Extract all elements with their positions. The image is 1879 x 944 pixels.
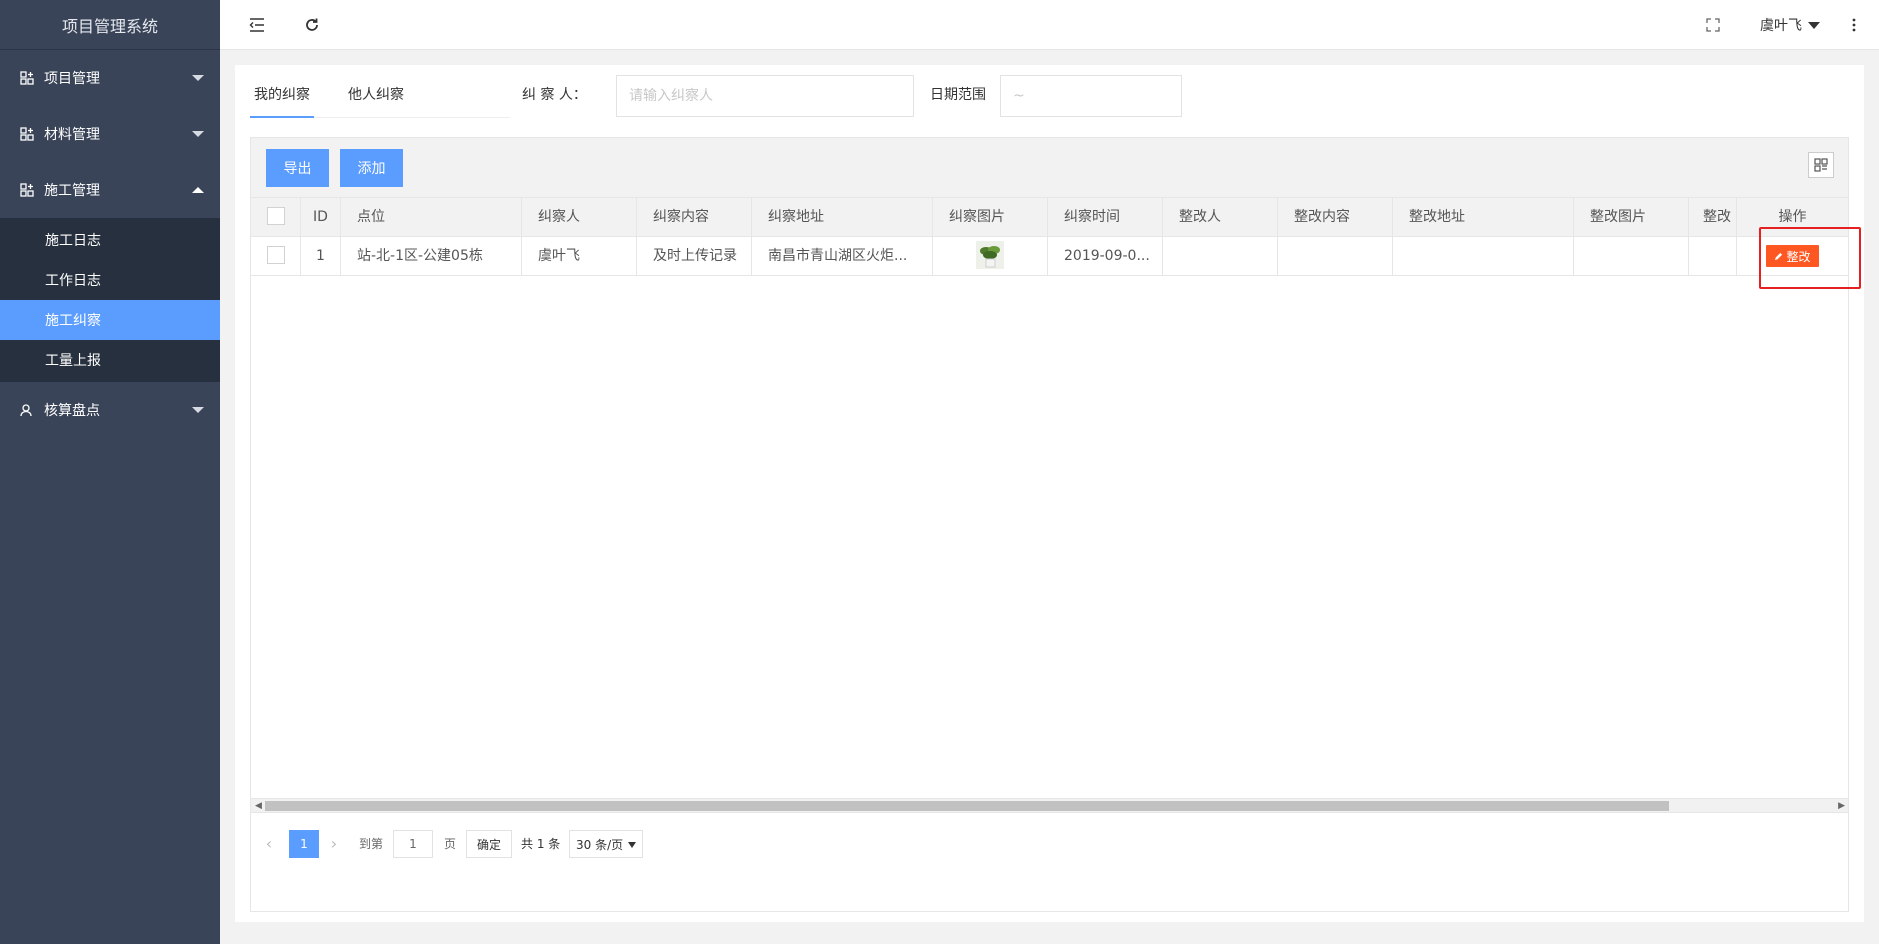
menu-label: 项目管理 (44, 71, 100, 87)
prev-page-icon[interactable]: ‹ (259, 830, 279, 858)
col-header: 纠察地址 (752, 198, 933, 237)
row-checkbox[interactable] (266, 245, 285, 264)
table-grid: ID 点位 纠察人 纠察内容 纠察地址 纠察图片 纠察时间 整改人 整改内容 整… (251, 198, 1848, 276)
top-header: 虞叶飞 (220, 0, 1879, 50)
page-size-select[interactable]: 30 条/页 (569, 830, 643, 858)
table-row: 1 站-北-1区-公建05栋 虞叶飞 及时上传记录 南昌市青山湖区火炬... 2… (251, 237, 1848, 276)
chevron-down-icon (192, 131, 204, 137)
cell-inspector: 虞叶飞 (522, 237, 637, 276)
fullscreen-icon[interactable] (1702, 14, 1724, 36)
scroll-left-icon[interactable]: ◀ (255, 801, 262, 811)
menu-material[interactable]: 材料管理 (0, 106, 220, 162)
menu-project[interactable]: 项目管理 (0, 50, 220, 106)
caret-down-icon (1808, 21, 1820, 29)
rectify-button[interactable]: 整改 (1766, 245, 1819, 267)
chevron-down-icon (192, 407, 204, 413)
grid-plus-icon (20, 183, 34, 197)
goto-page-input[interactable] (393, 830, 433, 858)
add-button[interactable]: 添加 (340, 149, 403, 187)
inspector-label: 纠 察 人： (522, 87, 587, 103)
cell-rectify-image (1574, 237, 1689, 276)
col-header: 整改内容 (1278, 198, 1393, 237)
select-all-checkbox[interactable] (266, 206, 285, 225)
sidebar: 项目管理系统 项目管理 材料管理 施工管理 施工日志 工作日志 施工纠察 工量上… (0, 0, 220, 944)
refresh-icon[interactable] (301, 14, 323, 36)
user-icon (20, 403, 34, 417)
sidebar-item-construction-log[interactable]: 施工日志 (0, 220, 220, 260)
more-vertical-icon[interactable] (1843, 14, 1865, 36)
columns-toggle-icon[interactable] (1808, 152, 1834, 178)
col-header: 点位 (341, 198, 522, 237)
cell-id: 1 (301, 237, 341, 276)
tab-bar: 我的纠察 他人纠察 (250, 80, 510, 118)
chevron-down-icon (192, 75, 204, 81)
inspector-input[interactable] (616, 75, 914, 117)
pagination: ‹ 1 › 到第 页 确定 共 1 条 30 条/页 (251, 812, 1848, 911)
cell-rectifier (1163, 237, 1278, 276)
date-range-label: 日期范围 (930, 87, 986, 103)
current-page[interactable]: 1 (289, 830, 319, 858)
menu-accounting[interactable]: 核算盘点 (0, 382, 220, 438)
next-page-icon[interactable]: › (324, 830, 344, 858)
date-range-input[interactable]: ~ (1000, 75, 1182, 117)
cell-time: 2019-09-0... (1048, 237, 1163, 276)
app-title: 项目管理系统 (0, 0, 220, 50)
rectify-button-label: 整改 (1786, 249, 1811, 264)
menu-construction[interactable]: 施工管理 (0, 162, 220, 218)
col-header: 整改图片 (1574, 198, 1689, 237)
horizontal-scrollbar[interactable]: ◀ ▶ (251, 798, 1848, 812)
sidebar-item-workload-report[interactable]: 工量上报 (0, 340, 220, 380)
data-table: 导出 添加 ID 点位 纠察人 纠察内容 纠察地址 纠察图片 纠察时间 整改人 … (250, 137, 1861, 912)
cell-content: 及时上传记录 (637, 237, 752, 276)
row-select-cell (251, 237, 301, 276)
page-size-value: 30 条/页 (576, 838, 624, 852)
action-cell: 整改 (1737, 237, 1848, 276)
cell-rectify (1689, 237, 1737, 276)
col-header: 纠察图片 (933, 198, 1048, 237)
menu-label: 核算盘点 (44, 403, 100, 419)
cell-rectify-address (1393, 237, 1574, 276)
col-header: 整改人 (1163, 198, 1278, 237)
cell-point: 站-北-1区-公建05栋 (341, 237, 522, 276)
menu-label: 施工管理 (44, 183, 100, 199)
sidebar-item-inspection[interactable]: 施工纠察 (0, 300, 220, 340)
col-header: 纠察人 (522, 198, 637, 237)
grid-plus-icon (20, 71, 34, 85)
table-header-row: ID 点位 纠察人 纠察内容 纠察地址 纠察图片 纠察时间 整改人 整改内容 整… (251, 198, 1848, 237)
col-header: 纠察内容 (637, 198, 752, 237)
caret-down-icon (628, 842, 636, 848)
cell-rectify-content (1278, 237, 1393, 276)
construction-submenu: 施工日志 工作日志 施工纠察 工量上报 (0, 218, 220, 382)
user-menu[interactable]: 虞叶飞 (1760, 15, 1820, 35)
chevron-up-icon (192, 187, 204, 193)
cell-address: 南昌市青山湖区火炬... (752, 237, 933, 276)
col-header: 纠察时间 (1048, 198, 1163, 237)
main-card: 我的纠察 他人纠察 纠 察 人： 日期范围 ~ 导出 添加 ID 点位 纠察人 … (235, 65, 1864, 922)
goto-label: 到第 (359, 837, 384, 851)
collapse-menu-icon[interactable] (246, 14, 268, 36)
action-column: 操作 整改 (1736, 198, 1848, 276)
sidebar-item-work-log[interactable]: 工作日志 (0, 260, 220, 300)
grid-plus-icon (20, 127, 34, 141)
inspection-photo-thumbnail[interactable] (976, 240, 1004, 269)
user-name: 虞叶飞 (1760, 18, 1802, 34)
header-select-cell (251, 198, 301, 237)
scrollbar-thumb[interactable] (265, 801, 1669, 811)
cell-image (933, 237, 1048, 276)
col-header: 整改地址 (1393, 198, 1574, 237)
pencil-icon (1775, 252, 1783, 260)
export-button[interactable]: 导出 (266, 149, 329, 187)
tab-others-inspections[interactable]: 他人纠察 (348, 80, 404, 118)
col-header-action: 操作 (1737, 198, 1848, 237)
col-header: ID (301, 198, 341, 237)
tab-my-inspections[interactable]: 我的纠察 (250, 80, 314, 118)
menu-label: 材料管理 (44, 127, 100, 143)
page-unit-label: 页 (444, 837, 457, 851)
table-toolbar: 导出 添加 (251, 138, 1848, 198)
date-range-value: ~ (1013, 88, 1025, 104)
scroll-right-icon[interactable]: ▶ (1838, 801, 1845, 811)
total-count: 共 1 条 (521, 837, 561, 851)
col-header: 整改 (1689, 198, 1737, 237)
confirm-page-button[interactable]: 确定 (466, 830, 513, 858)
